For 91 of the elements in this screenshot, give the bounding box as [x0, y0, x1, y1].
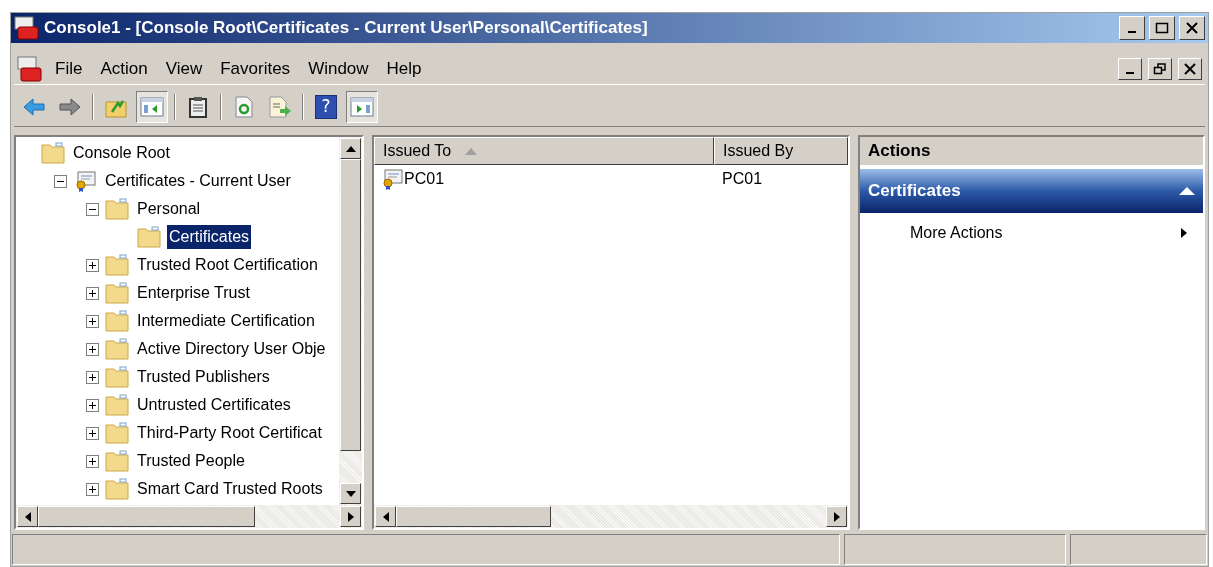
column-header[interactable]: Issued By: [714, 137, 848, 165]
folder-icon: [105, 198, 129, 220]
expand-box[interactable]: [86, 314, 99, 328]
tree-item[interactable]: Intermediate Certification: [135, 309, 317, 333]
back-arrow-icon: [22, 96, 46, 117]
horizontal-scrollbar[interactable]: [16, 505, 362, 528]
minimize-icon: [1128, 31, 1136, 33]
expand-box[interactable]: [86, 482, 99, 496]
pane-toggle-icon: [350, 95, 374, 118]
folder-icon: [105, 310, 129, 332]
scroll-arrow-button[interactable]: [340, 138, 361, 159]
table-cell[interactable]: PC01: [404, 167, 445, 191]
close-icon: [1183, 62, 1197, 75]
action-link[interactable]: More Actions: [860, 213, 1203, 253]
tree-item[interactable]: Active Directory User Obje: [135, 337, 328, 361]
refresh-icon: [234, 95, 254, 118]
scroll-arrow-button[interactable]: [375, 506, 396, 527]
collapse-arrow-icon: [1179, 186, 1195, 196]
collapse-box[interactable]: [54, 174, 67, 188]
folder-icon: [105, 338, 129, 360]
expand-box[interactable]: [86, 454, 99, 468]
horizontal-scrollbar[interactable]: [374, 505, 848, 528]
folder-icon: [41, 142, 65, 164]
toolbox-icon: [14, 16, 40, 40]
restore-icon: [1153, 62, 1167, 75]
clipboard-icon: [188, 95, 208, 118]
certificate-icon: [380, 168, 404, 190]
maximize-icon: [1155, 22, 1169, 34]
menu-item[interactable]: Action: [94, 55, 154, 82]
minimize-button[interactable]: [1119, 16, 1145, 40]
tree-item[interactable]: Console Root: [71, 141, 172, 165]
scrollbar-thumb[interactable]: [38, 506, 256, 527]
menu-item[interactable]: Favorites: [214, 55, 297, 82]
close-button[interactable]: [1179, 16, 1205, 40]
folder-icon: [105, 450, 129, 472]
triangle-icon: [345, 511, 356, 522]
minimize-icon: [1126, 71, 1134, 74]
window-title: Console1 - [Console Root\Certificates - Current User\Personal\Certificates]: [44, 17, 649, 40]
folder-icon: [105, 394, 129, 416]
toolbox-icon: [17, 55, 43, 82]
restore-button[interactable]: [1148, 57, 1172, 80]
vertical-scrollbar[interactable]: [339, 137, 362, 505]
tree-item[interactable]: Certificates: [167, 225, 252, 249]
tree-item[interactable]: Trusted Root Certification: [135, 253, 320, 277]
folder-icon: [137, 226, 161, 248]
triangle-icon: [831, 511, 842, 522]
expand-box[interactable]: [86, 426, 99, 440]
menu-item[interactable]: Help: [380, 55, 428, 82]
column-header[interactable]: Issued To: [374, 137, 714, 165]
scrollbar-thumb[interactable]: [340, 159, 361, 451]
expand-box[interactable]: [86, 258, 99, 272]
sort-arrow-icon: [465, 147, 478, 155]
actions-section-header[interactable]: Certificates: [860, 169, 1203, 213]
expand-box[interactable]: [86, 286, 99, 300]
tree-item[interactable]: Untrusted Certificates: [135, 393, 293, 417]
certificate-store-icon: [73, 170, 97, 192]
triangle-icon: [345, 488, 356, 499]
table-cell-text: PC01: [722, 169, 763, 189]
submenu-arrow-icon: [1179, 228, 1189, 238]
expand-box[interactable]: [86, 398, 99, 412]
tree-item[interactable]: Trusted Publishers: [135, 365, 272, 389]
scrollbar-thumb[interactable]: [396, 506, 551, 527]
forward-arrow-icon: [58, 96, 82, 117]
folder-icon: [105, 282, 129, 304]
scroll-arrow-button[interactable]: [17, 506, 38, 527]
tree-item[interactable]: Personal: [135, 197, 203, 221]
folder-icon: [105, 254, 129, 276]
minimize-button[interactable]: [1118, 57, 1142, 80]
tree-item[interactable]: Enterprise Trust: [135, 281, 252, 305]
expand-box[interactable]: [86, 370, 99, 384]
close-icon: [1185, 22, 1199, 34]
tree-item[interactable]: Smart Card Trusted Roots: [135, 477, 325, 501]
collapse-box[interactable]: [86, 202, 99, 216]
folder-icon: [105, 422, 129, 444]
menu-item[interactable]: File: [49, 55, 89, 82]
tree-item[interactable]: Certificates - Current User: [103, 169, 293, 193]
close-button[interactable]: [1178, 57, 1202, 80]
scroll-arrow-button[interactable]: [826, 506, 847, 527]
tree-item[interactable]: Third-Party Root Certificat: [135, 421, 324, 445]
menu-item[interactable]: Window: [302, 55, 375, 82]
maximize-button[interactable]: [1149, 16, 1175, 40]
pane-toggle-icon: [140, 95, 164, 118]
actions-header: Actions: [860, 137, 1203, 165]
expand-box[interactable]: [86, 342, 99, 356]
folder-icon: [105, 478, 129, 500]
folder-icon: [105, 366, 129, 388]
menu-item[interactable]: View: [159, 55, 209, 82]
export-list-icon: [268, 95, 292, 118]
tree-item[interactable]: Trusted People: [135, 449, 247, 473]
scroll-arrow-button[interactable]: [340, 506, 361, 527]
scroll-arrow-button[interactable]: [340, 483, 361, 504]
